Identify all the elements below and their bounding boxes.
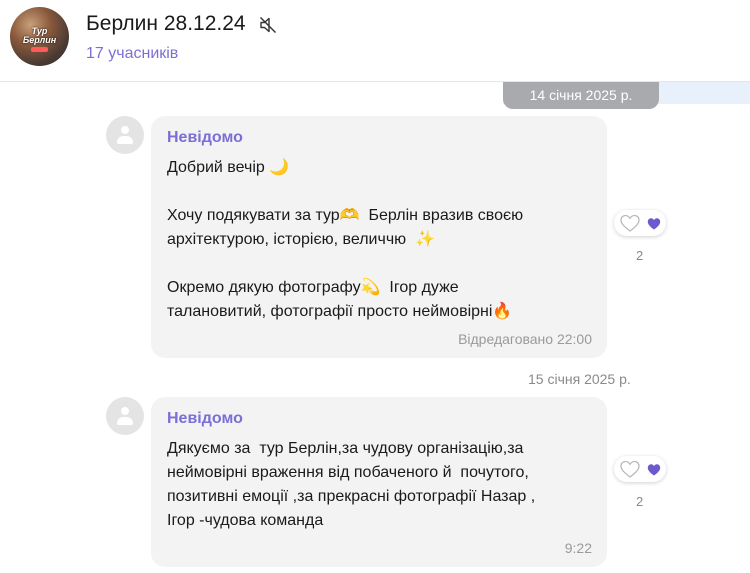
- mute-icon[interactable]: [258, 15, 278, 35]
- date-separator: 15 січня 2025 р.: [528, 371, 631, 387]
- reaction-count: 2: [636, 494, 644, 509]
- reaction-count: 2: [636, 248, 644, 263]
- user-placeholder-icon: [121, 126, 129, 134]
- members-count[interactable]: 17 учасників: [86, 45, 178, 63]
- avatar-tag: [31, 47, 48, 52]
- chat-title[interactable]: Берлин 28.12.24: [86, 12, 246, 36]
- heart-outline-icon[interactable]: [619, 459, 641, 479]
- heart-filled-icon[interactable]: [647, 217, 661, 230]
- sender-name[interactable]: Невідомо: [167, 410, 243, 428]
- sender-avatar[interactable]: [106, 116, 144, 154]
- sender-avatar[interactable]: [106, 397, 144, 435]
- chat-header: Тур Берлин Берлин 28.12.24 17 учасників: [0, 0, 750, 82]
- message-meta: Відредаговано 22:00: [458, 331, 592, 347]
- user-placeholder-icon: [121, 407, 129, 415]
- message-text: Добрий вечір 🌙 Хочу подякувати за тур🫶 Б…: [167, 159, 524, 320]
- chat-avatar[interactable]: Тур Берлин: [10, 7, 69, 66]
- avatar-text-bottom: Берлин: [22, 35, 57, 45]
- reaction-bar[interactable]: [614, 456, 666, 482]
- sender-name[interactable]: Невідомо: [167, 129, 243, 147]
- message-text: Дякуємо за тур Берлін,за чудову організа…: [167, 440, 536, 529]
- date-separator: 14 січня 2025 р.: [503, 82, 659, 109]
- reaction-bar[interactable]: [614, 210, 666, 236]
- message-bubble[interactable]: Невідомо Добрий вечір 🌙 Хочу подякувати …: [151, 116, 607, 358]
- message-bubble[interactable]: Невідомо Дякуємо за тур Берлін,за чудову…: [151, 397, 607, 567]
- message-meta: 9:22: [564, 540, 592, 556]
- heart-outline-icon[interactable]: [619, 213, 641, 233]
- heart-filled-icon[interactable]: [647, 463, 661, 476]
